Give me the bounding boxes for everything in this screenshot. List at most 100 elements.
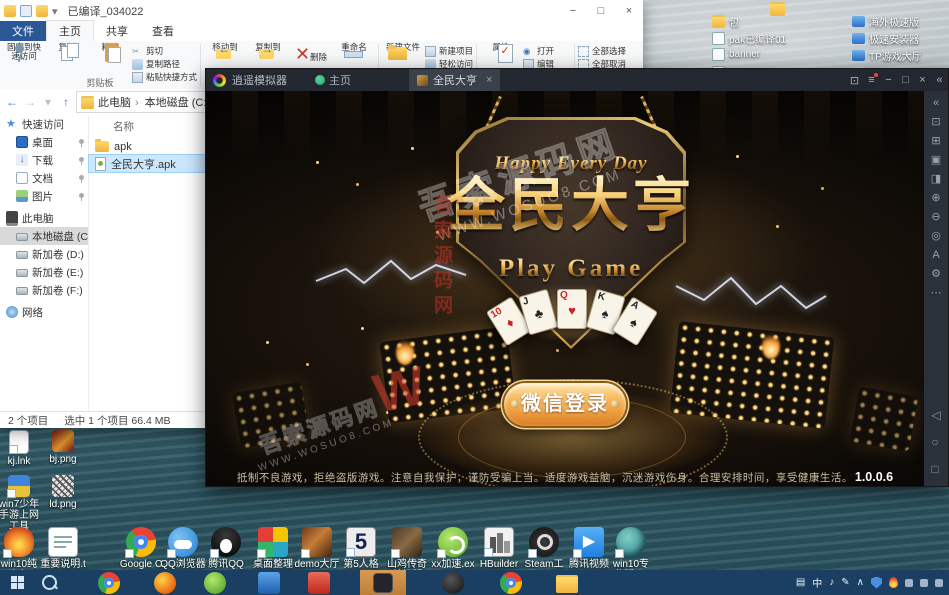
copy-path-button[interactable]: 复制路径	[132, 58, 197, 70]
explorer-titlebar[interactable]: ▾ 已编译_034022 − □ ×	[0, 0, 643, 22]
ime-indicator[interactable]: 中	[812, 575, 822, 590]
desktop-icon[interactable]: 腾讯QQ	[203, 527, 249, 570]
desktop-icon[interactable]: bj.png	[40, 430, 86, 465]
customize-toolbar-dropdown[interactable]: ▾	[52, 5, 58, 18]
recent-locations-dropdown[interactable]: ▾	[40, 95, 56, 109]
sidebar-item-documents[interactable]: 文档	[0, 169, 88, 187]
taskbar-app-browser[interactable]	[146, 570, 184, 595]
menu-button[interactable]: ≡	[863, 74, 880, 86]
taskbar-app-blue[interactable]	[250, 570, 288, 595]
sidebar-item-desktop[interactable]: 桌面	[0, 133, 88, 151]
tray-expand-icon[interactable]: ∧	[857, 577, 864, 588]
desktop-icon[interactable]: demo大厅	[294, 527, 340, 570]
desktop-top-folder[interactable]	[770, 2, 785, 16]
start-button[interactable]	[0, 570, 34, 595]
cut-button[interactable]: ✂剪切	[132, 45, 197, 57]
desktop-icon[interactable]: ▶腾讯视频	[566, 527, 612, 570]
breadcrumb-this-pc[interactable]: 此电脑	[96, 94, 141, 110]
volume-down-icon[interactable]: ⊖	[931, 211, 940, 223]
sidebar-item-d-drive[interactable]: 新加卷 (D:)	[0, 245, 88, 263]
tab-close-icon[interactable]: ×	[486, 74, 492, 86]
security-shield-icon[interactable]	[871, 577, 882, 589]
sidebar-item-c-drive[interactable]: 本地磁盘 (C:)	[0, 227, 88, 245]
keyboard-icon[interactable]: A	[932, 249, 939, 261]
tab-file[interactable]: 文件	[0, 21, 46, 41]
android-back-icon[interactable]: ◁	[931, 408, 940, 422]
desktop-file-item[interactable]: pak已编译01	[712, 31, 786, 46]
quick-access-toolbar-icon[interactable]	[36, 5, 48, 17]
sidebar-item-this-pc[interactable]: 此电脑	[0, 209, 88, 227]
fullscreen-button[interactable]: ⊡	[846, 74, 863, 87]
location-icon[interactable]: ◎	[931, 230, 941, 242]
taskbar-app-green[interactable]	[196, 570, 234, 595]
record-icon[interactable]: ◨	[931, 173, 941, 185]
taskbar-app-colorful[interactable]	[492, 570, 530, 595]
desktop-file-item[interactable]: banner	[712, 48, 760, 61]
tray-icon[interactable]	[935, 579, 943, 587]
keyboard-tray-icon[interactable]: ▤	[796, 577, 805, 588]
copy-button[interactable]: 复制	[46, 43, 88, 78]
tab-home[interactable]: 主页	[315, 72, 351, 88]
sidebar-item-quick-access[interactable]: ★快速访问	[0, 115, 88, 133]
wechat-login-button[interactable]: 微信登录	[504, 383, 626, 426]
volume-up-icon[interactable]: ⊕	[931, 192, 940, 204]
sidebar-item-pictures[interactable]: 图片	[0, 187, 88, 205]
desktop-icon[interactable]: kj.lnk	[0, 430, 42, 467]
multiwindow-icon[interactable]: ⊞	[931, 135, 940, 147]
tab-view[interactable]: 查看	[140, 21, 186, 41]
taskbar-app-chrome[interactable]	[90, 570, 128, 595]
up-button[interactable]: ↑	[58, 95, 74, 109]
fullscreen-icon[interactable]: ⊡	[931, 116, 940, 128]
tray-icon[interactable]	[905, 579, 913, 587]
maximize-button[interactable]: □	[897, 74, 914, 86]
select-all-button[interactable]: 全部选择	[578, 45, 626, 57]
more-icon[interactable]: ⋯	[931, 287, 942, 299]
desktop-icon[interactable]: QQ浏览器	[160, 527, 206, 570]
minimize-button[interactable]: −	[559, 0, 587, 22]
desktop-icon[interactable]: win7少年手游上网工具	[0, 475, 42, 532]
android-home-icon[interactable]: ○	[931, 435, 940, 449]
android-recents-icon[interactable]: □	[931, 462, 940, 476]
desktop-file-item[interactable]: TP游戏大厅	[852, 48, 922, 63]
sidebar-item-e-drive[interactable]: 新加卷 (E:)	[0, 263, 88, 281]
tray-icon[interactable]	[920, 579, 928, 587]
open-button[interactable]: ◉打开	[523, 45, 571, 57]
emulator-titlebar[interactable]: 逍遥模拟器 主页 全民大亨 × ⊡ ≡ − □ × «	[206, 69, 948, 91]
close-button[interactable]: ×	[615, 0, 643, 22]
tab-share[interactable]: 共享	[94, 21, 140, 41]
search-button[interactable]	[34, 570, 64, 595]
flame-tray-icon[interactable]	[889, 577, 898, 588]
taskbar-app-emulator-active[interactable]	[360, 570, 406, 595]
settings-icon[interactable]: ⚙	[931, 268, 941, 280]
back-button[interactable]: ←	[4, 95, 20, 109]
sidebar-item-f-drive[interactable]: 新加卷 (F:)	[0, 281, 88, 299]
desktop-icon[interactable]: ld.png	[40, 475, 86, 510]
minimize-button[interactable]: −	[880, 74, 897, 86]
desktop-file-item[interactable]: 极速安装器	[852, 31, 919, 46]
paste-button[interactable]: 粘贴	[89, 43, 131, 78]
tab-game[interactable]: 全民大亨 ×	[409, 69, 500, 91]
taskbar-app-explorer[interactable]	[548, 570, 586, 595]
screenshot-icon[interactable]: ▣	[931, 154, 941, 166]
forward-button[interactable]: →	[22, 95, 38, 109]
collapse-icon[interactable]: «	[933, 97, 939, 109]
tab-home[interactable]: 主页	[46, 20, 94, 41]
close-button[interactable]: ×	[914, 74, 931, 86]
new-item-button[interactable]: 新建项目	[425, 45, 473, 57]
pin-to-quick-access-button[interactable]: 固定到快速访问	[3, 43, 45, 78]
taskbar-app-dark[interactable]	[434, 570, 472, 595]
colorful-app-icon	[500, 572, 522, 594]
collapse-toolbar-button[interactable]: «	[931, 74, 948, 86]
desktop-icon[interactable]: HBuilder	[476, 527, 522, 570]
sidebar-item-network[interactable]: 网络	[0, 303, 88, 321]
sound-tray-icon[interactable]: ♪	[829, 577, 834, 588]
desktop-file-item[interactable]: 海外极速版	[852, 14, 919, 29]
health-notice-row: 抵制不良游戏，拒绝盗版游戏。注意自我保护，谨防受骗上当。适度游戏益脑，沉迷游戏伤…	[206, 470, 924, 485]
quick-access-toolbar-icon[interactable]	[20, 5, 32, 17]
desktop-icon[interactable]: 5第5人格	[338, 527, 384, 570]
sidebar-item-downloads[interactable]: ↓下载	[0, 151, 88, 169]
taskbar-app-red[interactable]	[300, 570, 338, 595]
pen-tray-icon[interactable]: ✎	[841, 577, 849, 588]
desktop-file-item[interactable]: 包	[712, 14, 739, 29]
maximize-button[interactable]: □	[587, 0, 615, 22]
